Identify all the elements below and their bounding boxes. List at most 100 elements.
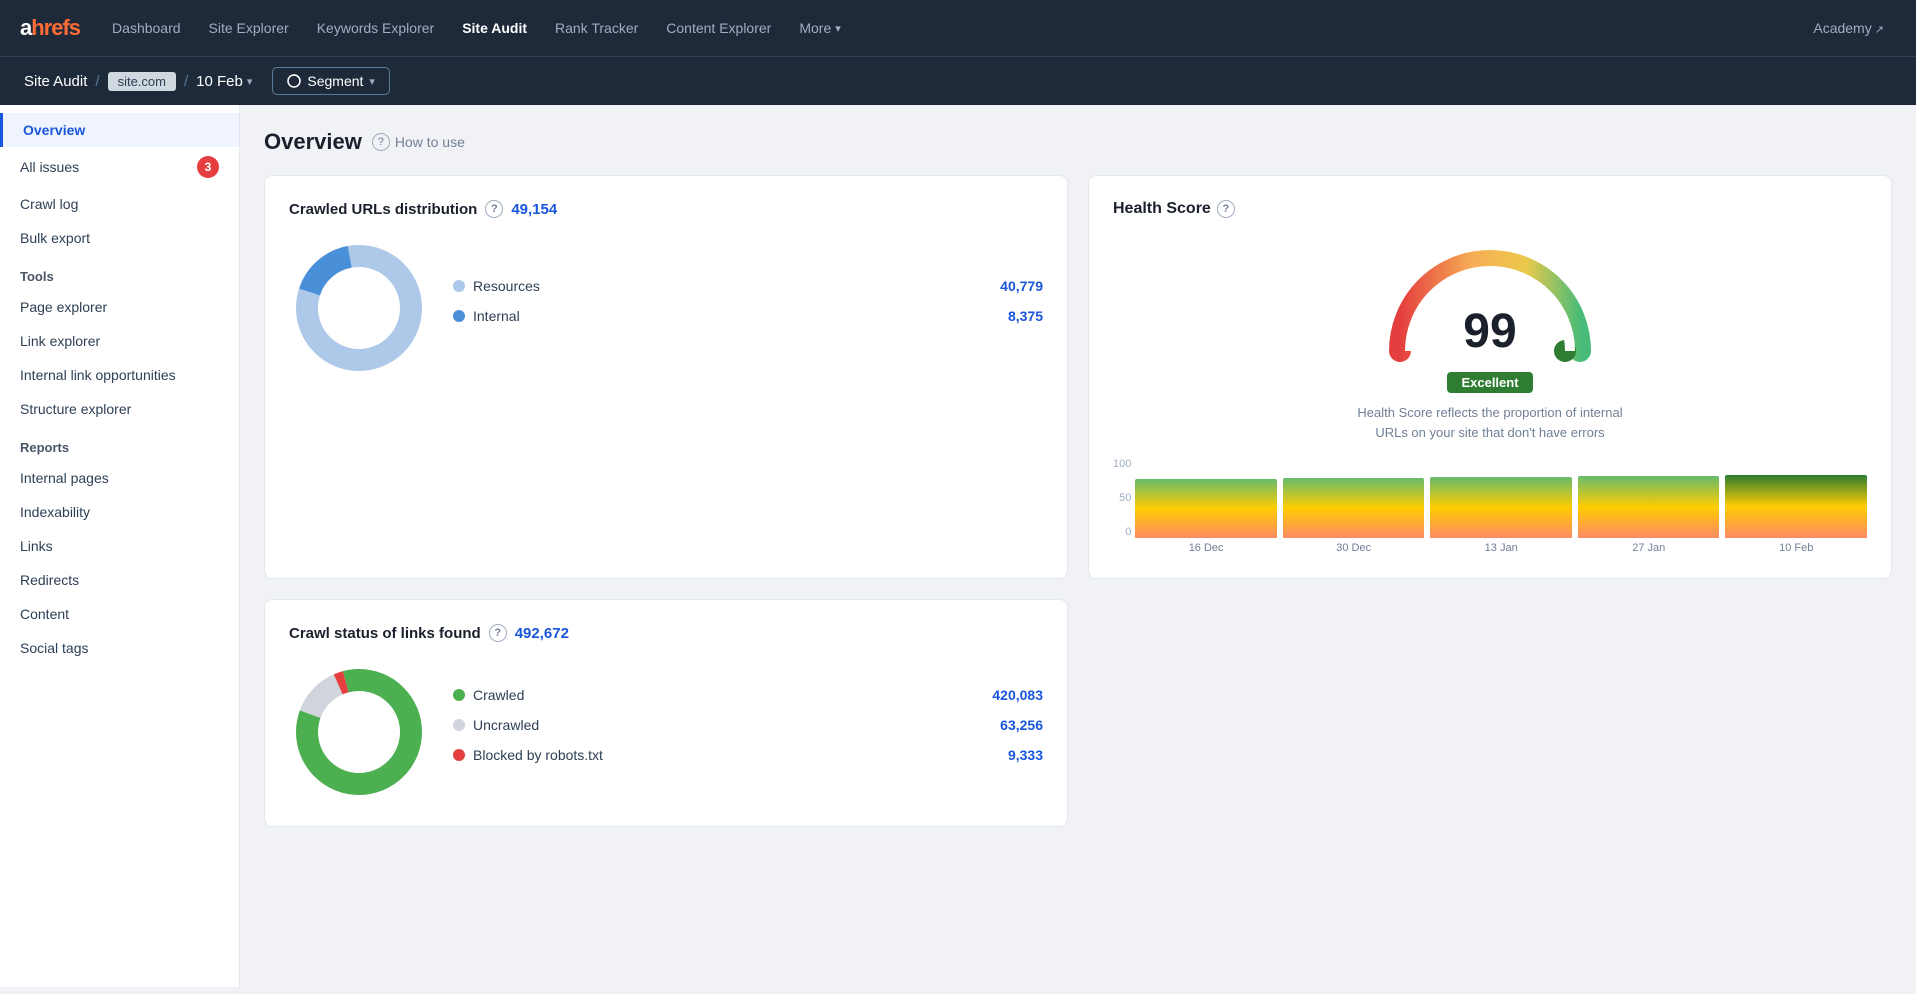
y-axis: 100 50 0	[1113, 458, 1135, 538]
sidebar-item-all-issues[interactable]: All issues 3	[0, 147, 239, 187]
bar-col-1	[1283, 458, 1425, 538]
sidebar-item-links[interactable]: Links	[0, 529, 239, 563]
help-icon: ?	[372, 133, 390, 151]
breadcrumb-root: Site Audit	[24, 73, 87, 90]
chart-label-3: 27 Jan	[1578, 542, 1720, 554]
logo[interactable]: ahrefs	[20, 15, 80, 41]
nav-academy[interactable]: Academy	[1801, 12, 1896, 44]
crawled-urls-donut	[289, 238, 429, 378]
sidebar-item-content[interactable]: Content	[0, 597, 239, 631]
segment-button[interactable]: Segment	[272, 67, 390, 95]
bar-col-4	[1725, 458, 1867, 538]
health-score-description: Health Score reflects the proportion of …	[1340, 403, 1640, 442]
bar-4	[1725, 475, 1867, 538]
crawled-urls-total[interactable]: 49,154	[511, 201, 557, 218]
nav-rank-tracker[interactable]: Rank Tracker	[543, 12, 650, 44]
segment-label: Segment	[307, 73, 363, 89]
second-row: Crawl status of links found ? 492,672	[264, 599, 1892, 827]
nav-content-explorer[interactable]: Content Explorer	[654, 12, 783, 44]
health-score-card: Health Score ?	[1088, 175, 1892, 579]
crawl-status-legend: Crawled 420,083 Uncrawled 63,256	[453, 687, 1043, 777]
sidebar-item-indexability[interactable]: Indexability	[0, 495, 239, 529]
section-reports: Reports	[0, 426, 239, 461]
main-content: Overview ? How to use Crawled URLs distr…	[240, 105, 1916, 987]
crawl-status-chart-area: Crawled 420,083 Uncrawled 63,256	[289, 662, 1043, 802]
crawled-urls-help-icon[interactable]: ?	[485, 200, 503, 218]
page-title: Overview	[264, 129, 362, 155]
health-gauge: 99	[1380, 236, 1600, 366]
top-nav: ahrefs Dashboard Site Explorer Keywords …	[0, 0, 1916, 56]
page-header: Overview ? How to use	[264, 129, 1892, 155]
crawled-urls-card: Crawled URLs distribution ? 49,154	[264, 175, 1068, 579]
resources-value[interactable]: 40,779	[1000, 278, 1043, 294]
nav-site-explorer[interactable]: Site Explorer	[197, 12, 301, 44]
sidebar-item-link-explorer[interactable]: Link explorer	[0, 324, 239, 358]
chart-label-1: 30 Dec	[1283, 542, 1425, 554]
nav-more[interactable]: More	[787, 12, 852, 44]
nav-site-audit[interactable]: Site Audit	[450, 12, 539, 44]
bar-col-0	[1135, 458, 1277, 538]
main-layout: Overview All issues 3 Crawl log Bulk exp…	[0, 105, 1916, 987]
blocked-dot	[453, 749, 465, 761]
bar-2	[1430, 477, 1572, 538]
health-mini-chart: 100 50 0	[1113, 458, 1867, 554]
breadcrumb-site[interactable]: site.com	[108, 72, 176, 91]
legend-uncrawled: Uncrawled 63,256	[453, 717, 1043, 733]
sidebar-item-page-explorer[interactable]: Page explorer	[0, 290, 239, 324]
uncrawled-dot	[453, 719, 465, 731]
sidebar-item-bulk-export[interactable]: Bulk export	[0, 221, 239, 255]
breadcrumb-sep1: /	[95, 73, 99, 90]
chart-label-4: 10 Feb	[1725, 542, 1867, 554]
sidebar-item-redirects[interactable]: Redirects	[0, 563, 239, 597]
legend-crawled: Crawled 420,083	[453, 687, 1043, 703]
crawled-value[interactable]: 420,083	[992, 687, 1043, 703]
crawled-urls-chart-area: Resources 40,779 Internal 8,375	[289, 238, 1043, 378]
chart-label-0: 16 Dec	[1135, 542, 1277, 554]
breadcrumb-bar: Site Audit / site.com / 10 Feb Segment	[0, 56, 1916, 105]
sidebar-item-social-tags[interactable]: Social tags	[0, 631, 239, 665]
crawl-status-title: Crawl status of links found ? 492,672	[289, 624, 1043, 642]
excellent-badge: Excellent	[1447, 372, 1532, 393]
bar-0	[1135, 479, 1277, 538]
crawled-urls-title: Crawled URLs distribution ? 49,154	[289, 200, 1043, 218]
bar-col-2	[1430, 458, 1572, 538]
health-score-help-icon[interactable]: ?	[1217, 200, 1235, 218]
legend-blocked: Blocked by robots.txt 9,333	[453, 747, 1043, 763]
cards-row-top: Crawled URLs distribution ? 49,154	[264, 175, 1892, 579]
sidebar-item-crawl-log[interactable]: Crawl log	[0, 187, 239, 221]
nav-dashboard[interactable]: Dashboard	[100, 12, 193, 44]
uncrawled-value[interactable]: 63,256	[1000, 717, 1043, 733]
bar-1	[1283, 478, 1425, 538]
nav-keywords-explorer[interactable]: Keywords Explorer	[305, 12, 447, 44]
all-issues-badge: 3	[197, 156, 219, 178]
mini-bars	[1135, 458, 1867, 538]
health-score-title: Health Score ?	[1113, 200, 1235, 218]
legend-internal: Internal 8,375	[453, 308, 1043, 324]
breadcrumb-date[interactable]: 10 Feb	[196, 73, 252, 90]
sidebar: Overview All issues 3 Crawl log Bulk exp…	[0, 105, 240, 987]
crawl-status-donut	[289, 662, 429, 802]
segment-icon	[287, 74, 301, 88]
blocked-value[interactable]: 9,333	[1008, 747, 1043, 763]
internal-dot	[453, 310, 465, 322]
sidebar-item-structure-explorer[interactable]: Structure explorer	[0, 392, 239, 426]
health-score-number: 99	[1463, 308, 1516, 356]
internal-value[interactable]: 8,375	[1008, 308, 1043, 324]
crawl-status-total[interactable]: 492,672	[515, 625, 569, 642]
chart-label-2: 13 Jan	[1430, 542, 1572, 554]
sidebar-item-internal-pages[interactable]: Internal pages	[0, 461, 239, 495]
sidebar-item-overview[interactable]: Overview	[0, 113, 239, 147]
bar-col-3	[1578, 458, 1720, 538]
crawl-status-card: Crawl status of links found ? 492,672	[264, 599, 1068, 827]
mini-labels: 16 Dec 30 Dec 13 Jan 27 Jan 10 Feb	[1135, 542, 1867, 554]
chart-with-y: 100 50 0	[1113, 458, 1867, 554]
resources-dot	[453, 280, 465, 292]
legend-resources: Resources 40,779	[453, 278, 1043, 294]
how-to-use[interactable]: ? How to use	[372, 133, 465, 151]
bar-3	[1578, 476, 1720, 538]
sidebar-item-internal-link-opportunities[interactable]: Internal link opportunities	[0, 358, 239, 392]
section-tools: Tools	[0, 255, 239, 290]
breadcrumb-sep2: /	[184, 73, 188, 90]
crawled-dot	[453, 689, 465, 701]
crawl-status-help-icon[interactable]: ?	[489, 624, 507, 642]
